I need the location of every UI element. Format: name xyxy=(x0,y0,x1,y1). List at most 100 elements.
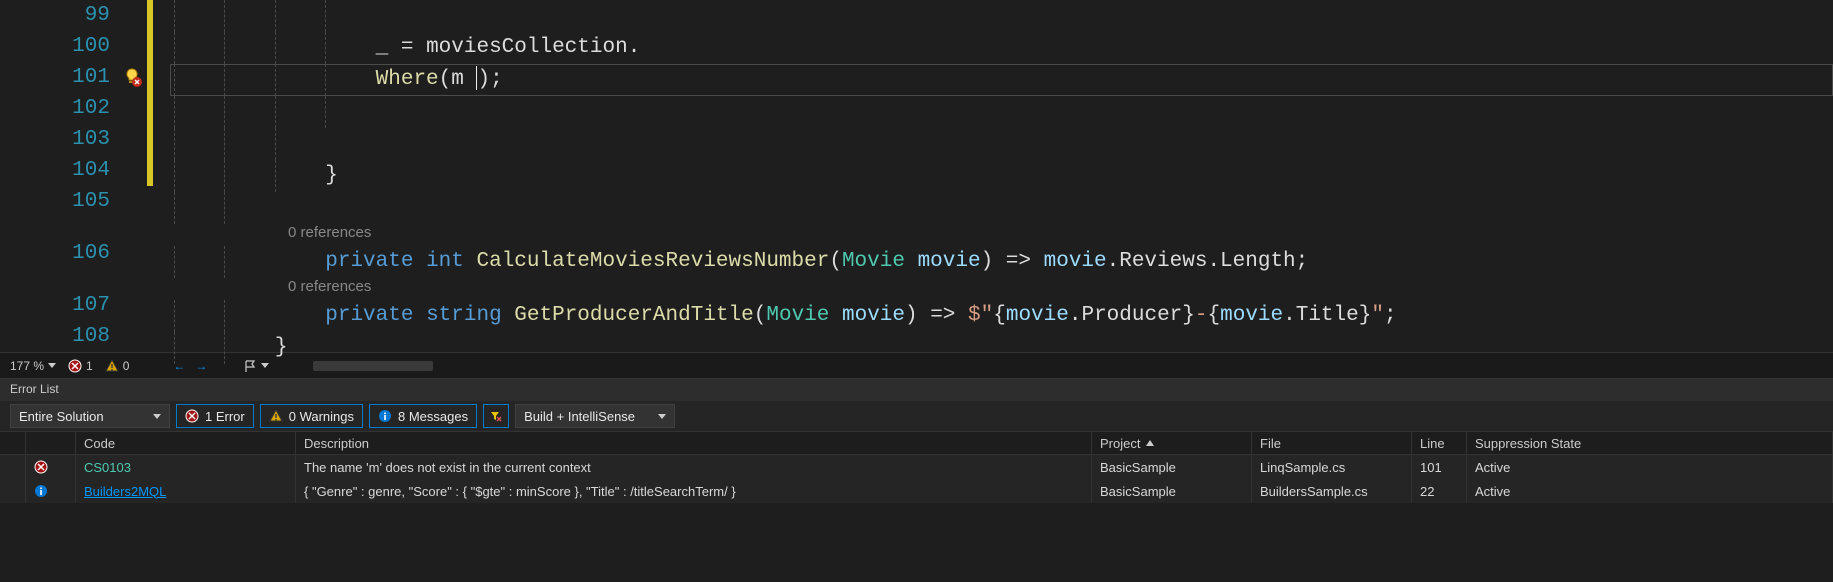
indent-guide xyxy=(325,96,326,128)
token: } xyxy=(174,164,338,187)
token: Movie xyxy=(842,250,905,273)
token: - xyxy=(1195,304,1208,327)
token: movie xyxy=(1006,304,1069,327)
error-line: 101 xyxy=(1412,455,1467,479)
error-count[interactable]: 1 xyxy=(68,359,93,373)
col-header-project[interactable]: Project xyxy=(1092,432,1252,454)
codelens[interactable]: 0 references xyxy=(170,224,1833,246)
col-header-file[interactable]: File xyxy=(1252,432,1412,454)
token: GetProducerAndTitle xyxy=(514,304,753,327)
col-header-proj-label: Project xyxy=(1100,436,1140,451)
error-list-table: Code Description Project File Line Suppr… xyxy=(0,431,1833,503)
indent-guide xyxy=(275,128,276,160)
token: $" xyxy=(968,304,993,327)
gutter: 99100101102103104105106107108 xyxy=(0,0,170,352)
token: _ = xyxy=(376,36,426,59)
gutter-row: 99 xyxy=(0,0,170,31)
panel-title: Error List xyxy=(0,379,1833,401)
token: int xyxy=(426,250,464,273)
lightbulb-error-icon[interactable] xyxy=(122,67,142,87)
warning-count[interactable]: 0 xyxy=(105,359,130,373)
token: ; xyxy=(1384,304,1397,327)
error-project: BasicSample xyxy=(1092,455,1252,479)
error-code[interactable]: Builders2MQL xyxy=(84,484,166,499)
clear-filter-button[interactable] xyxy=(483,404,509,428)
token xyxy=(174,36,376,59)
error-icon xyxy=(26,455,76,479)
chevron-down-icon xyxy=(48,363,56,368)
token: ( xyxy=(829,250,842,273)
line-number: 101 xyxy=(0,66,118,89)
code-line[interactable]: private int CalculateMoviesReviewsNumber… xyxy=(170,246,1833,278)
token: ) => xyxy=(905,304,968,327)
editor[interactable]: 99100101102103104105106107108 _ = movies… xyxy=(0,0,1833,352)
token xyxy=(829,304,842,327)
indent-guide xyxy=(174,192,175,224)
gutter-row: 106 xyxy=(0,238,170,269)
indent-guide xyxy=(224,192,225,224)
token xyxy=(413,304,426,327)
code-line[interactable]: Where(m ); xyxy=(170,64,1833,96)
col-header-line[interactable]: Line xyxy=(1412,432,1467,454)
error-list-toolbar: Entire Solution 1 Error 0 Warnings 8 Mes… xyxy=(0,401,1833,431)
col-header-description[interactable]: Description xyxy=(296,432,1092,454)
token xyxy=(905,250,918,273)
errors-filter-button[interactable]: 1 Error xyxy=(176,404,254,428)
errors-filter-label: 1 Error xyxy=(205,409,245,424)
codelens[interactable]: 0 references xyxy=(170,278,1833,300)
token: " xyxy=(1371,304,1384,327)
build-intellisense-dropdown[interactable]: Build + IntelliSense xyxy=(515,404,675,428)
messages-filter-button[interactable]: 8 Messages xyxy=(369,404,477,428)
code-line[interactable] xyxy=(170,96,1833,128)
gutter-row: 104 xyxy=(0,155,170,186)
chevron-down-icon xyxy=(153,414,161,419)
table-header: Code Description Project File Line Suppr… xyxy=(0,431,1833,455)
code-line[interactable]: _ = moviesCollection. xyxy=(170,32,1833,64)
indent-guide xyxy=(224,96,225,128)
error-list-panel: Error List Entire Solution 1 Error 0 War… xyxy=(0,378,1833,503)
code-area[interactable]: _ = moviesCollection. Where(m ); } 0 refe… xyxy=(170,0,1833,352)
code-line[interactable] xyxy=(170,128,1833,160)
info-icon xyxy=(26,479,76,503)
table-row[interactable]: Builders2MQL { "Genre" : genre, "Score" :… xyxy=(0,479,1833,503)
col-header-file-label: File xyxy=(1260,436,1281,451)
token xyxy=(413,250,426,273)
code-line[interactable]: } xyxy=(170,160,1833,192)
col-header-desc-label: Description xyxy=(304,436,369,451)
col-header-spacer[interactable] xyxy=(0,432,26,454)
code-line[interactable]: private string GetProducerAndTitle(Movie… xyxy=(170,300,1833,332)
error-description: The name 'm' does not exist in the curre… xyxy=(296,455,1092,479)
token: . xyxy=(628,36,641,59)
error-code: CS0103 xyxy=(84,460,131,475)
token: ( xyxy=(754,304,767,327)
line-number: 108 xyxy=(0,325,118,348)
indent-guide xyxy=(275,96,276,128)
error-file: BuildersSample.cs xyxy=(1252,479,1412,503)
error-description: { "Genre" : genre, "Score" : { "$gte" : … xyxy=(296,479,1092,503)
error-suppression: Active xyxy=(1467,455,1833,479)
code-line[interactable] xyxy=(170,0,1833,32)
token: .Title xyxy=(1283,304,1359,327)
token xyxy=(502,304,515,327)
col-header-severity[interactable] xyxy=(26,432,76,454)
scope-dropdown[interactable]: Entire Solution xyxy=(10,404,170,428)
zoom-dropdown[interactable]: 177 % xyxy=(10,359,56,373)
gutter-row: 108 xyxy=(0,321,170,352)
error-suppression: Active xyxy=(1467,479,1833,503)
gutter-row: 100 xyxy=(0,31,170,62)
warnings-filter-button[interactable]: 0 Warnings xyxy=(260,404,363,428)
token: string xyxy=(426,304,502,327)
col-header-code-label: Code xyxy=(84,436,115,451)
token: ) xyxy=(477,68,490,91)
col-header-suppression[interactable]: Suppression State xyxy=(1467,432,1833,454)
indent-guide xyxy=(174,128,175,160)
warning-icon xyxy=(269,409,283,423)
line-number: 105 xyxy=(0,190,118,213)
token: Where xyxy=(376,68,439,91)
table-row[interactable]: CS0103 The name 'm' does not exist in the… xyxy=(0,455,1833,479)
col-header-supp-label: Suppression State xyxy=(1475,436,1581,451)
col-header-code[interactable]: Code xyxy=(76,432,296,454)
code-line[interactable]: } xyxy=(170,332,1833,364)
token xyxy=(174,68,376,91)
code-line[interactable] xyxy=(170,192,1833,224)
